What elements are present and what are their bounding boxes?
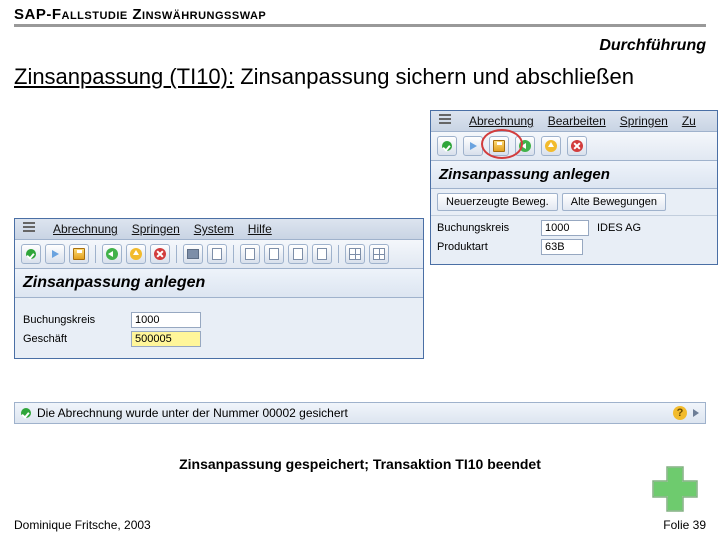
find-button[interactable] — [207, 244, 227, 264]
page-icon — [212, 248, 222, 260]
grid-icon — [349, 248, 361, 260]
window-subtitle: Zinsanpassung anlegen — [431, 161, 717, 189]
play-icon — [52, 250, 59, 258]
cancel-button[interactable] — [567, 136, 587, 156]
form-row: Geschäft 500005 — [23, 331, 415, 347]
play-icon — [470, 142, 477, 150]
back-icon — [519, 140, 531, 152]
status-message: Die Abrechnung wurde unter der Nummer 00… — [37, 406, 348, 420]
save-button[interactable] — [489, 136, 509, 156]
cancel-icon — [571, 140, 583, 152]
ok-button[interactable] — [437, 136, 457, 156]
enter-button[interactable] — [45, 244, 65, 264]
check-icon — [21, 408, 31, 418]
transaction-field[interactable]: 500005 — [131, 331, 201, 347]
menu-item[interactable]: Abrechnung — [53, 222, 118, 236]
page-icon — [245, 248, 255, 260]
button-row: Neuerzeugte Beweg. Alte Bewegungen — [431, 189, 717, 216]
sap-window-left: Abrechnung Springen System Hilfe Zinsanp… — [14, 218, 424, 359]
toolbar — [15, 240, 423, 269]
print-button[interactable] — [183, 244, 203, 264]
decorative-cross-icon — [650, 464, 700, 514]
form-area: Buchungskreis 1000 Geschäft 500005 — [15, 298, 423, 358]
new-movements-button[interactable]: Neuerzeugte Beweg. — [437, 193, 558, 211]
enter-button[interactable] — [463, 136, 483, 156]
separator — [176, 245, 177, 263]
help-icon[interactable]: ? — [673, 406, 687, 420]
slide-footer: Dominique Fritsche, 2003 Folie 39 — [14, 518, 706, 532]
status-bar: Die Abrechnung wurde unter der Nummer 00… — [14, 402, 706, 424]
company-code-field[interactable]: 1000 — [541, 220, 589, 236]
slide-phase: Durchführung — [0, 29, 720, 59]
expand-icon[interactable] — [693, 409, 699, 417]
window-subtitle: Zinsanpassung anlegen — [15, 269, 423, 298]
heading-prefix: Zinsanpassung (TI10): — [14, 64, 234, 89]
save-icon — [493, 140, 505, 152]
cancel-button[interactable] — [150, 244, 170, 264]
menu-icon[interactable] — [439, 114, 453, 126]
menubar: Abrechnung Springen System Hilfe — [15, 219, 423, 240]
next-page-button[interactable] — [288, 244, 308, 264]
first-page-button[interactable] — [240, 244, 260, 264]
page-icon — [269, 248, 279, 260]
check-icon — [26, 249, 36, 259]
old-movements-button[interactable]: Alte Bewegungen — [562, 193, 666, 211]
menu-item[interactable]: Springen — [132, 222, 180, 236]
product-type-field[interactable]: 63B — [541, 239, 583, 255]
save-button[interactable] — [69, 244, 89, 264]
up-icon — [130, 248, 142, 260]
field-label: Buchungskreis — [437, 222, 533, 234]
grid-icon — [373, 248, 385, 260]
prev-page-button[interactable] — [264, 244, 284, 264]
form-row: Produktart 63B — [437, 239, 711, 255]
company-code-desc: IDES AG — [597, 222, 641, 234]
sap-window-right: Abrechnung Bearbeiten Springen Zu Zinsan… — [430, 110, 718, 265]
menu-item[interactable]: Zu — [682, 114, 696, 128]
menu-item[interactable]: Bearbeiten — [548, 114, 606, 128]
heading-rest: Zinsanpassung sichern und abschließen — [234, 64, 634, 89]
up-icon — [545, 140, 557, 152]
save-icon — [73, 248, 85, 260]
slide-header: SAP-Fallstudie Zinswährungsswap — [0, 0, 720, 29]
check-icon — [442, 141, 452, 151]
menu-item[interactable]: Springen — [620, 114, 668, 128]
menu-icon[interactable] — [23, 222, 37, 234]
back-button[interactable] — [102, 244, 122, 264]
back-icon — [106, 248, 118, 260]
layout-button[interactable] — [345, 244, 365, 264]
form-row: Buchungskreis 1000 IDES AG — [437, 220, 711, 236]
exit-button[interactable] — [126, 244, 146, 264]
field-label: Produktart — [437, 241, 533, 253]
field-label: Geschäft — [23, 333, 123, 345]
exit-button[interactable] — [541, 136, 561, 156]
separator — [95, 245, 96, 263]
footer-author: Dominique Fritsche, 2003 — [14, 518, 151, 532]
print-icon — [187, 249, 199, 259]
menu-item[interactable]: System — [194, 222, 234, 236]
menu-item[interactable]: Abrechnung — [469, 114, 534, 128]
footer-page: Folie 39 — [663, 518, 706, 532]
separator — [338, 245, 339, 263]
back-button[interactable] — [515, 136, 535, 156]
cancel-icon — [154, 248, 166, 260]
slide-title: SAP-Fallstudie Zinswährungsswap — [14, 6, 706, 27]
page-icon — [293, 248, 303, 260]
main-heading: Zinsanpassung (TI10): Zinsanpassung sich… — [0, 59, 720, 101]
page-icon — [317, 248, 327, 260]
menu-item[interactable]: Hilfe — [248, 222, 272, 236]
slide-caption: Zinsanpassung gespeichert; Transaktion T… — [0, 456, 720, 472]
company-code-field[interactable]: 1000 — [131, 312, 201, 328]
layout2-button[interactable] — [369, 244, 389, 264]
last-page-button[interactable] — [312, 244, 332, 264]
toolbar — [431, 132, 717, 161]
field-label: Buchungskreis — [23, 314, 123, 326]
ok-button[interactable] — [21, 244, 41, 264]
separator — [233, 245, 234, 263]
menubar: Abrechnung Bearbeiten Springen Zu — [431, 111, 717, 132]
form-area: Buchungskreis 1000 IDES AG Produktart 63… — [431, 216, 717, 264]
form-row: Buchungskreis 1000 — [23, 312, 415, 328]
